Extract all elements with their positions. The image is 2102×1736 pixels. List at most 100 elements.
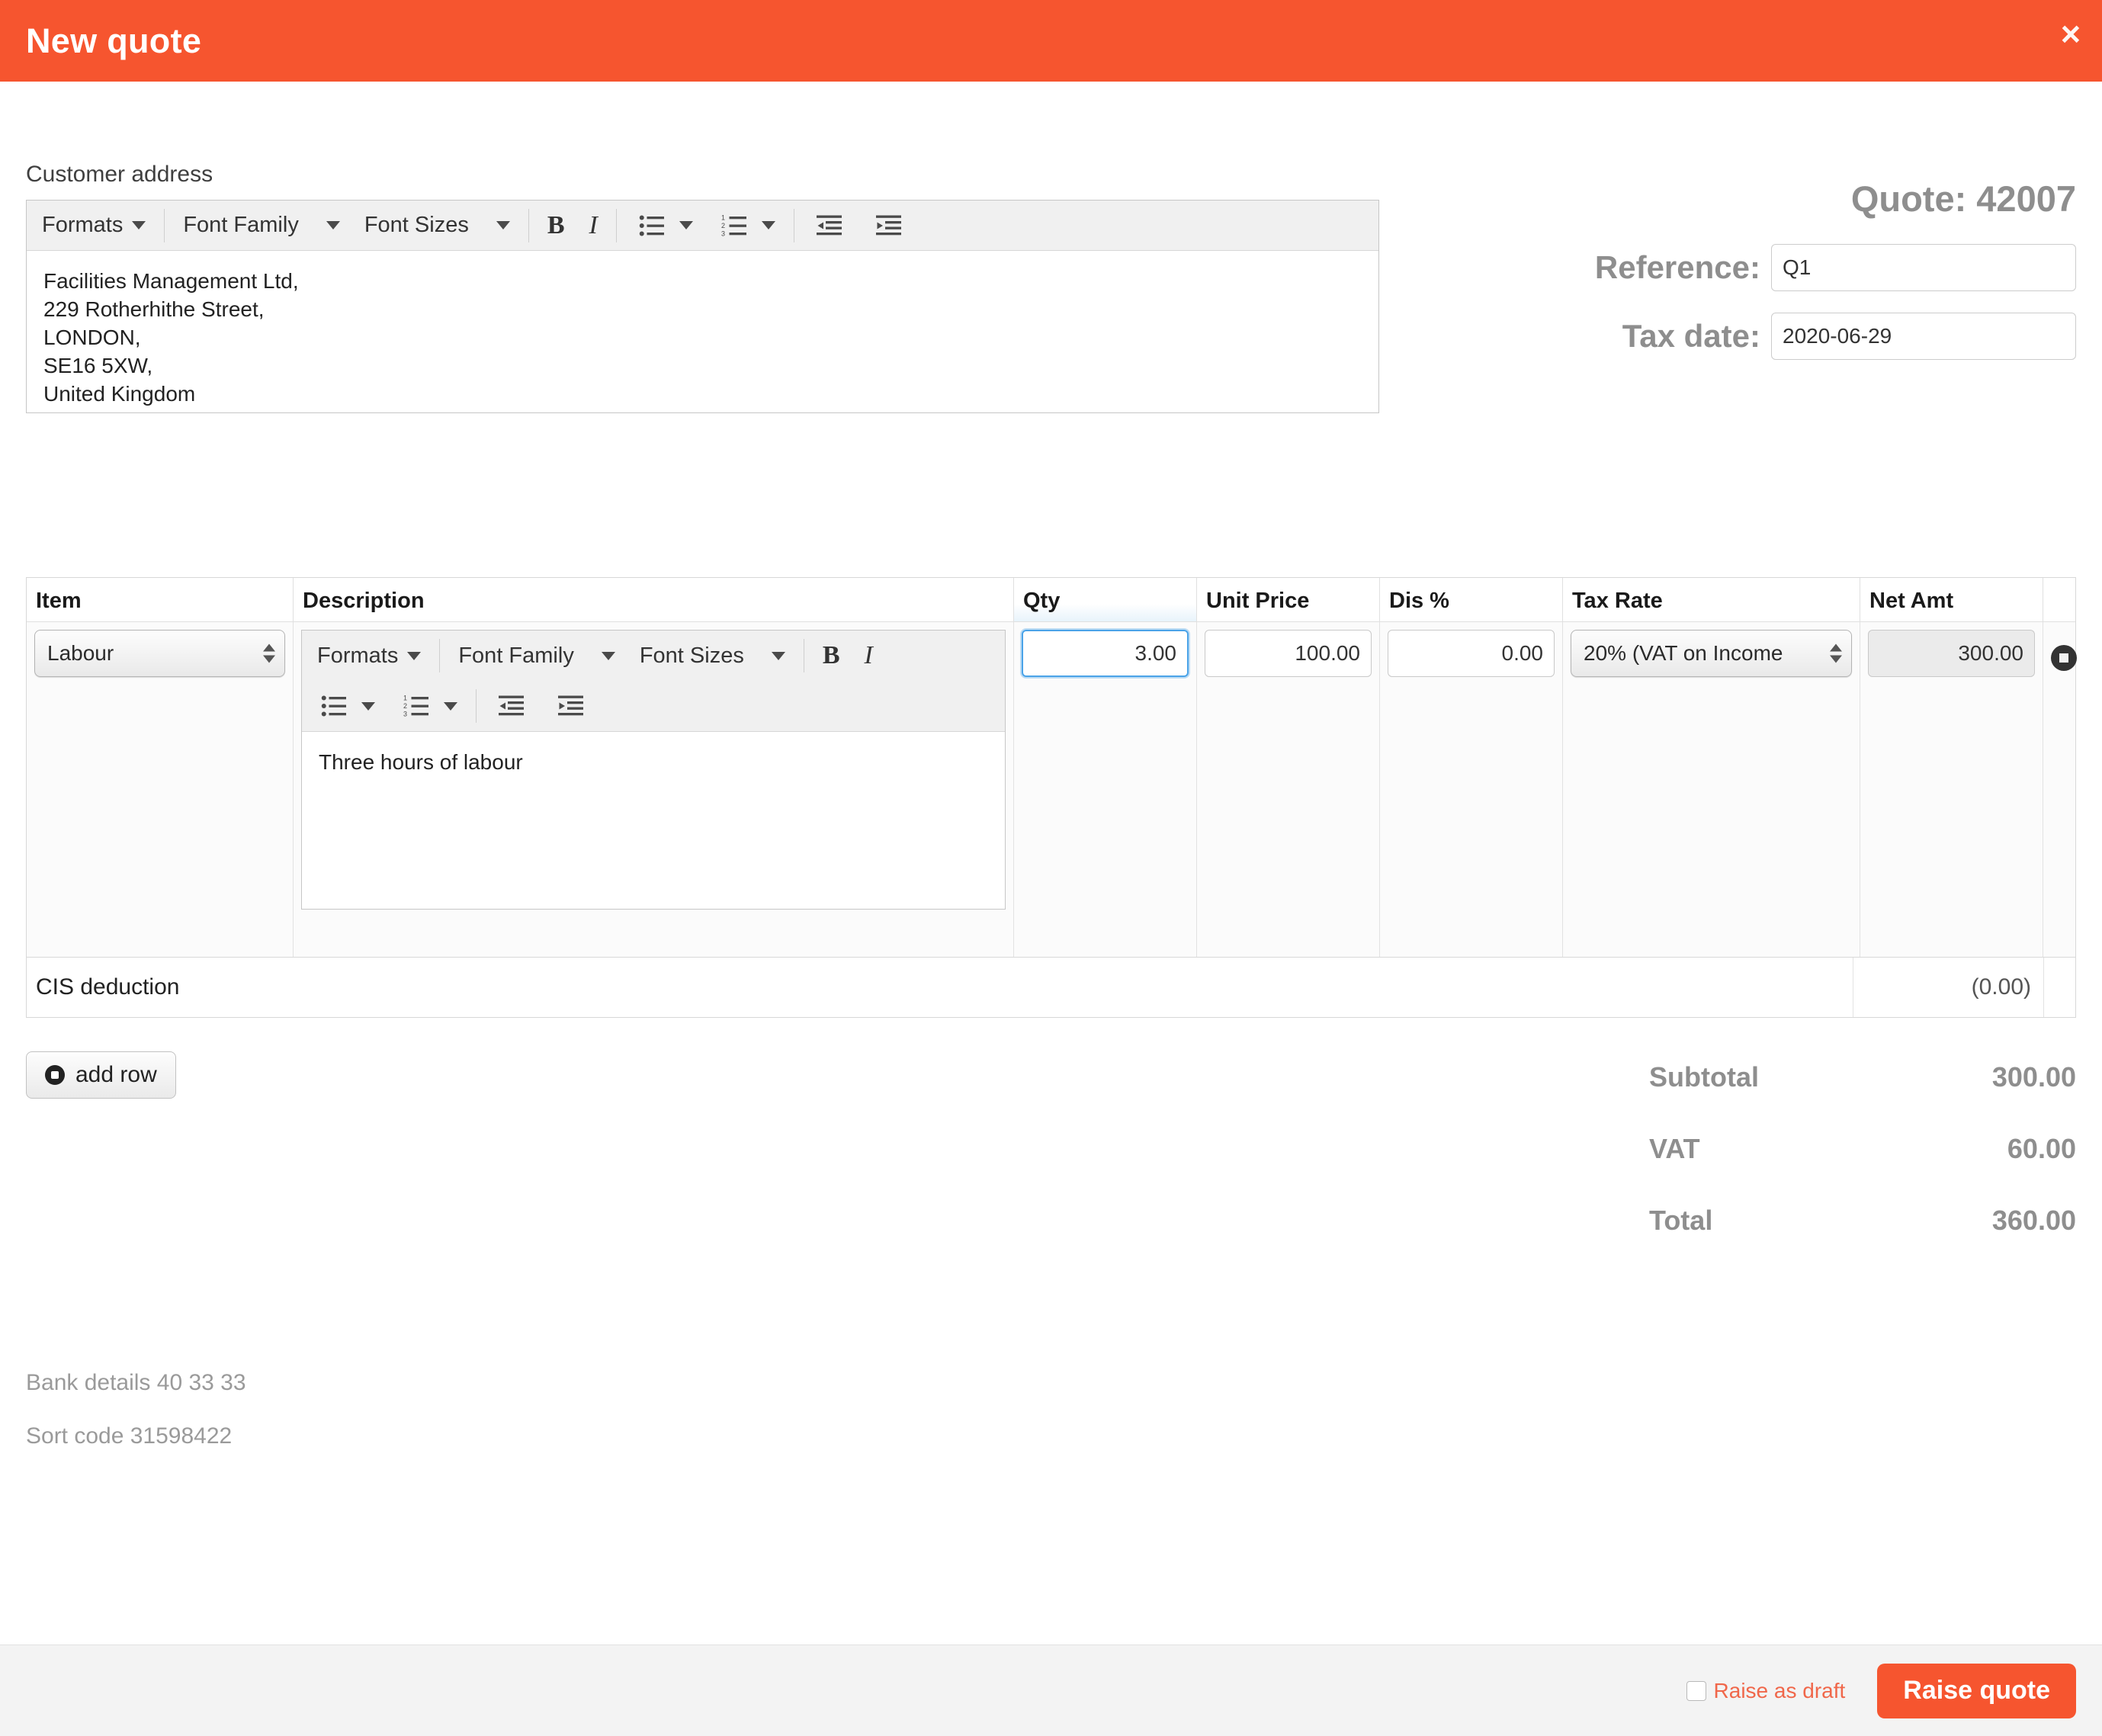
cell-tax-rate: 20% (VAT on Income (1563, 622, 1860, 957)
cis-row-spacer (2043, 958, 2075, 1017)
italic-button[interactable]: I (577, 206, 610, 245)
description-text[interactable]: Three hours of labour (302, 732, 1005, 909)
total-label: Total (1649, 1205, 1713, 1236)
column-header-description: Description (294, 578, 1014, 621)
vat-label: VAT (1649, 1133, 1700, 1164)
stepper-arrows-icon (263, 643, 275, 663)
chevron-down-icon[interactable] (679, 221, 693, 229)
add-row-label: add row (75, 1062, 157, 1087)
column-header-qty: Qty (1014, 578, 1197, 621)
column-header-tax-rate: Tax Rate (1563, 578, 1860, 621)
indent-icon (872, 208, 907, 243)
numbered-list-icon: 1 2 3 (717, 208, 753, 243)
totals-panel: Subtotal 300.00 VAT 60.00 Total 360.00 (1649, 1061, 2076, 1276)
outdent-button[interactable] (483, 686, 542, 726)
formats-label: Formats (42, 213, 124, 237)
add-circle-icon (45, 1065, 65, 1085)
bold-icon: B (547, 210, 565, 239)
tax-rate-select[interactable]: 20% (VAT on Income (1571, 630, 1852, 677)
font-sizes-dropdown[interactable]: Font Sizes (627, 636, 797, 675)
chevron-down-icon (407, 651, 422, 660)
formats-dropdown[interactable]: Formats (305, 636, 433, 675)
raise-as-draft-checkbox[interactable] (1686, 1680, 1706, 1701)
toolbar-divider (615, 208, 617, 242)
bullet-list-icon (317, 688, 352, 724)
subtotal-row: Subtotal 300.00 (1649, 1061, 2076, 1093)
outdent-button[interactable] (801, 206, 860, 245)
close-icon[interactable]: × (2061, 17, 2081, 51)
customer-address-editor[interactable]: Formats Font Family Font Sizes B I 1 2 3… (26, 200, 1379, 413)
chevron-down-icon[interactable] (761, 221, 775, 229)
formats-dropdown[interactable]: Formats (30, 206, 158, 245)
tax-date-input[interactable] (1771, 313, 2076, 360)
unit-price-input[interactable] (1205, 630, 1372, 677)
indent-button[interactable] (542, 686, 602, 726)
item-select[interactable]: Labour (34, 630, 285, 677)
raise-quote-button[interactable]: Raise quote (1877, 1663, 2076, 1718)
address-line: United Kingdom (43, 381, 196, 406)
total-row: Total 360.00 (1649, 1205, 2076, 1237)
add-row-button[interactable]: add row (26, 1051, 176, 1099)
modal-header: New quote × (0, 0, 2102, 82)
svg-text:3: 3 (403, 711, 407, 718)
reference-input[interactable] (1771, 244, 2076, 291)
numbered-list-button[interactable]: 1 2 3 (387, 686, 470, 726)
modal-footer: Raise as draft Raise quote (0, 1645, 2102, 1736)
discount-input[interactable] (1388, 630, 1555, 677)
quote-meta: Quote: 42007 Reference: Tax date: (1466, 181, 2076, 381)
indent-button[interactable] (860, 206, 919, 245)
cis-deduction-row: CIS deduction (0.00) (27, 958, 2075, 1017)
italic-button[interactable]: I (852, 636, 885, 675)
bold-icon: B (822, 641, 840, 669)
bold-button[interactable]: B (535, 206, 577, 245)
raise-as-draft-control[interactable]: Raise as draft (1686, 1678, 1846, 1703)
font-family-label: Font Family (458, 643, 574, 668)
quote-number: Quote: 42007 (1850, 178, 2076, 219)
description-editor[interactable]: Formats Font Family Font Sizes B I 1 2 3… (301, 630, 1006, 910)
cell-qty (1014, 622, 1197, 957)
outdent-icon (495, 688, 530, 724)
chevron-down-icon (601, 651, 615, 660)
cell-unit-price (1197, 622, 1380, 957)
cell-discount (1380, 622, 1563, 957)
font-sizes-label: Font Sizes (364, 213, 469, 237)
raise-as-draft-label: Raise as draft (1713, 1678, 1846, 1702)
svg-text:2: 2 (721, 222, 725, 229)
table-header-row: Item Description Qty Unit Price Dis % Ta… (27, 578, 2075, 622)
bold-button[interactable]: B (810, 636, 852, 675)
font-family-label: Font Family (183, 213, 299, 237)
bullet-list-button[interactable] (623, 206, 705, 245)
chevron-down-icon[interactable] (444, 701, 457, 711)
table-row: Labour Formats Font Family Font Sizes B … (27, 622, 2077, 958)
modal-body: Customer address Formats Font Family Fon… (0, 82, 2102, 1645)
cell-item: Labour (27, 622, 294, 957)
numbered-list-button[interactable]: 1 2 3 (705, 206, 788, 245)
font-sizes-label: Font Sizes (639, 643, 744, 668)
cis-deduction-label: CIS deduction (36, 974, 180, 1000)
chevron-down-icon[interactable] (361, 701, 375, 711)
address-editor-toolbar: Formats Font Family Font Sizes B I 1 2 3 (27, 201, 1378, 251)
cis-deduction-value: (0.00) (1853, 958, 2043, 1017)
toolbar-divider (439, 639, 441, 672)
bullet-list-button[interactable] (305, 686, 387, 726)
bank-details-line: Bank details 40 33 33 (26, 1370, 246, 1395)
address-line: 229 Rotherhithe Street, (43, 297, 265, 321)
font-sizes-dropdown[interactable]: Font Sizes (352, 206, 522, 245)
font-family-dropdown[interactable]: Font Family (171, 206, 351, 245)
column-header-unit-price: Unit Price (1197, 578, 1380, 621)
toolbar-divider (528, 208, 529, 242)
svg-text:2: 2 (403, 702, 407, 710)
customer-address-text[interactable]: Facilities Management Ltd, 229 Rotherhit… (27, 251, 1378, 412)
delete-row-icon[interactable] (2051, 645, 2077, 671)
toolbar-divider (476, 689, 477, 723)
qty-input[interactable] (1022, 630, 1189, 677)
address-line: Facilities Management Ltd, (43, 269, 299, 293)
column-header-item: Item (27, 578, 294, 621)
customer-address-label: Customer address (26, 162, 213, 187)
tax-date-label: Tax date: (1622, 318, 1760, 354)
chevron-down-icon (771, 651, 785, 660)
column-header-discount: Dis % (1380, 578, 1563, 621)
svg-text:3: 3 (721, 229, 725, 237)
cell-row-actions (2043, 622, 2077, 957)
font-family-dropdown[interactable]: Font Family (446, 636, 627, 675)
